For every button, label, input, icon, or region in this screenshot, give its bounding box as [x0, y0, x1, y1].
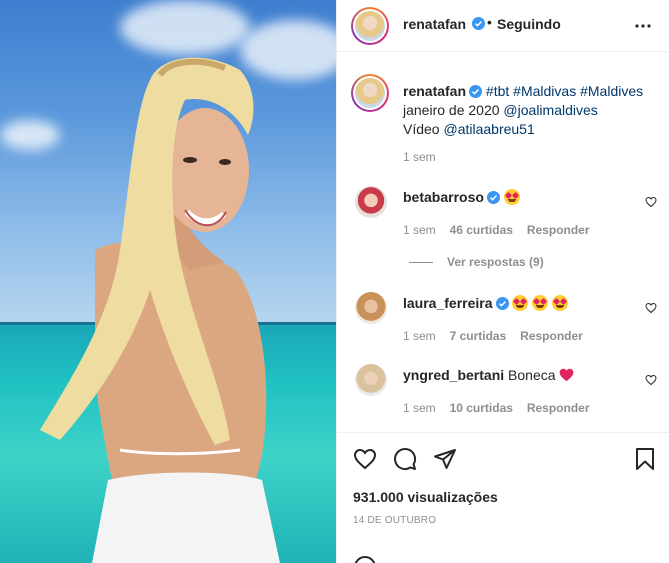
like-comment-heart-icon[interactable] — [645, 196, 657, 208]
caption-time[interactable]: 1 sem — [403, 150, 436, 164]
commenter-avatar[interactable] — [355, 292, 387, 324]
view-replies-button[interactable]: Ver respostas (9) — [447, 255, 544, 269]
comment-text: betabarroso — [403, 188, 520, 206]
post-sidebar: renatafan • Seguindo renatafan #tbt #Mal… — [336, 0, 669, 563]
follow-status-button[interactable]: Seguindo — [497, 16, 561, 32]
share-paper-plane-icon[interactable] — [433, 447, 457, 471]
comment-text: yngred_bertani Boneca — [403, 366, 574, 384]
caption-avatar[interactable] — [351, 74, 389, 112]
commenter-avatar[interactable] — [355, 364, 387, 396]
emoji-picker-icon[interactable] — [353, 555, 377, 563]
post-date[interactable]: 14 DE OUTUBRO — [353, 515, 436, 526]
post-header: renatafan • Seguindo — [337, 0, 669, 52]
comment-username[interactable]: yngred_bertani — [403, 367, 504, 383]
like-comment-heart-icon[interactable] — [645, 374, 657, 386]
heart-eyes-emoji-icon — [512, 295, 529, 311]
like-heart-icon[interactable] — [353, 447, 377, 471]
comment-username[interactable]: betabarroso — [403, 189, 484, 205]
comment-time[interactable]: 1 sem — [403, 223, 436, 237]
heart-eyes-emoji-icon — [532, 295, 549, 311]
verified-badge-icon — [486, 191, 500, 204]
hashtag-link[interactable]: #Maldives — [580, 83, 643, 99]
comment-likes[interactable]: 7 curtidas — [450, 329, 507, 343]
comment-bubble-icon[interactable] — [393, 447, 417, 471]
view-count[interactable]: 931.000 visualizações — [353, 489, 498, 505]
verified-badge-icon — [469, 85, 483, 98]
caption-text: renatafan #tbt #Maldivas #Maldives janei… — [403, 82, 663, 139]
commenter-avatar[interactable] — [355, 186, 387, 218]
save-bookmark-icon[interactable] — [633, 447, 657, 471]
author-username[interactable]: renatafan — [403, 16, 466, 32]
comment-text: laura_ferreira — [403, 294, 569, 312]
hashtag-link[interactable]: #tbt — [486, 83, 509, 99]
red-heart-emoji-icon — [560, 368, 574, 382]
comment-meta: 1 sem 10 curtidas Responder — [403, 399, 590, 415]
caption-username[interactable]: renatafan — [403, 83, 466, 99]
comment-body: Boneca — [508, 367, 556, 383]
separator-dot: • — [487, 14, 492, 30]
comment-meta: 1 sem 7 curtidas Responder — [403, 327, 583, 343]
heart-eyes-emoji-icon — [552, 295, 569, 311]
reply-button[interactable]: Responder — [527, 401, 590, 415]
comment-time[interactable]: 1 sem — [403, 401, 436, 415]
more-options-icon[interactable] — [634, 19, 652, 33]
comment-likes[interactable]: 10 curtidas — [450, 401, 513, 415]
caption-body: Vídeo — [403, 121, 440, 137]
hashtag-link[interactable]: #Maldivas — [513, 83, 576, 99]
verified-badge-icon — [495, 297, 509, 310]
verified-badge-icon — [472, 17, 485, 30]
woman-figure — [40, 57, 280, 563]
author-avatar[interactable] — [351, 7, 389, 45]
mention-link[interactable]: @atilaabreu51 — [443, 121, 534, 137]
caption-body: janeiro de 2020 — [403, 102, 500, 118]
post-actions: 931.000 visualizações 14 DE OUTUBRO — [337, 432, 669, 563]
heart-eyes-emoji-icon — [503, 189, 520, 205]
like-comment-heart-icon[interactable] — [645, 302, 657, 314]
mention-link[interactable]: @joalimaldives — [503, 102, 597, 118]
post-video[interactable] — [0, 0, 336, 563]
view-replies-line — [409, 262, 433, 263]
comment-meta: 1 sem 46 curtidas Responder — [403, 221, 590, 237]
comment-username[interactable]: laura_ferreira — [403, 295, 493, 311]
reply-button[interactable]: Responder — [520, 329, 583, 343]
reply-button[interactable]: Responder — [527, 223, 590, 237]
comment-time[interactable]: 1 sem — [403, 329, 436, 343]
comment-likes[interactable]: 46 curtidas — [450, 223, 513, 237]
